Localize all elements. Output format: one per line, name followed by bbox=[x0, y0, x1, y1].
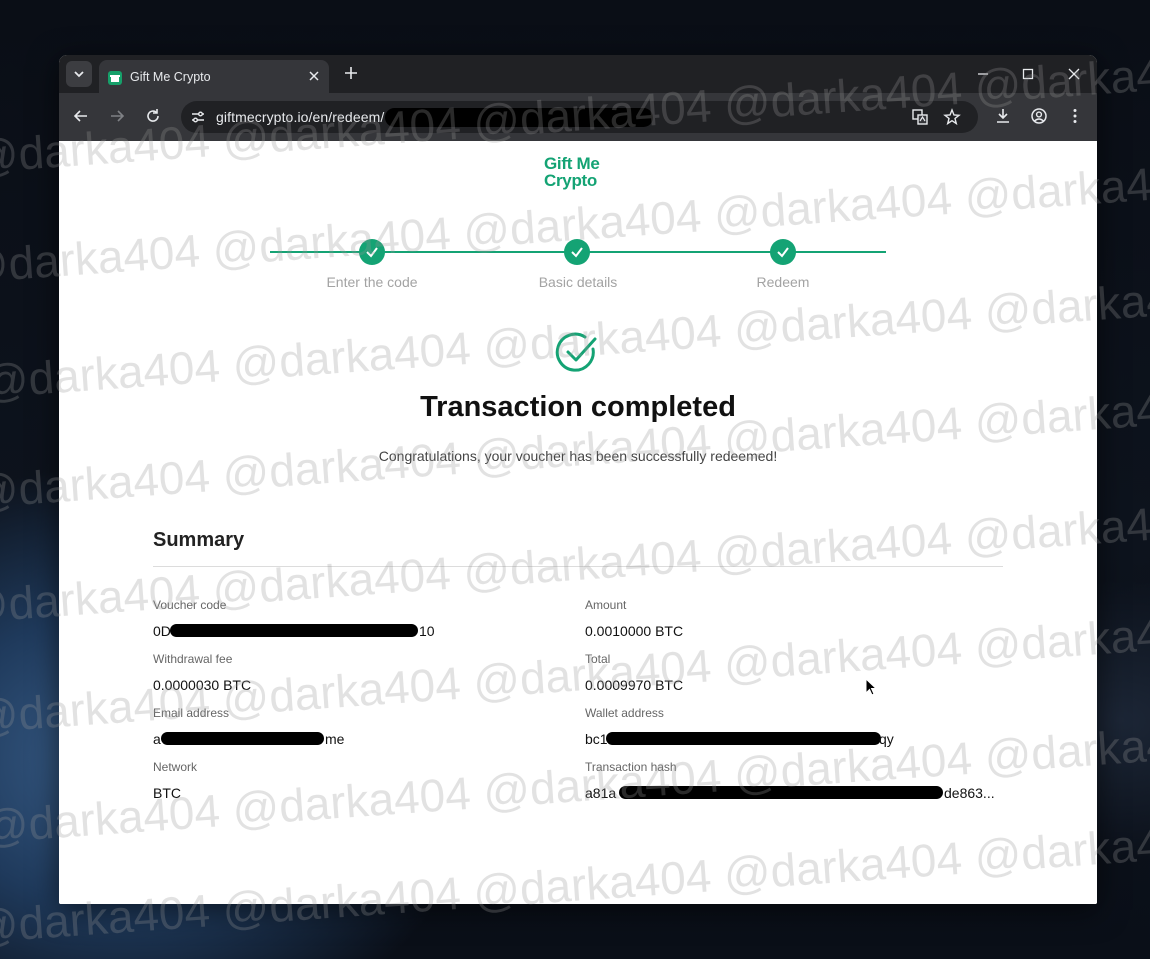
logo[interactable]: Gift Me Crypto bbox=[544, 155, 600, 189]
summary-heading: Summary bbox=[153, 529, 245, 551]
network-label: Network bbox=[153, 760, 198, 774]
email-prefix: a bbox=[153, 731, 161, 747]
summary-divider bbox=[153, 566, 1003, 567]
site-settings-icon[interactable] bbox=[189, 108, 207, 126]
browser-window: Gift Me Crypto giftmecrypto.io/en/redeem… bbox=[59, 55, 1097, 904]
tx-hash-label: Transaction hash bbox=[585, 760, 677, 774]
forward-arrow-icon[interactable] bbox=[108, 107, 126, 125]
voucher-code-redaction bbox=[170, 624, 418, 637]
voucher-code-suffix: 10 bbox=[419, 623, 435, 639]
bookmark-star-icon[interactable] bbox=[943, 108, 961, 126]
check-icon bbox=[777, 247, 789, 258]
amount-label: Amount bbox=[585, 598, 627, 612]
email-suffix: me bbox=[325, 731, 345, 747]
step-1-check bbox=[359, 239, 385, 265]
minimize-icon[interactable] bbox=[976, 67, 990, 81]
close-tab-icon[interactable] bbox=[307, 69, 321, 83]
page-content: Gift Me Crypto Enter the code Basic deta… bbox=[59, 141, 1097, 904]
success-message: Congratulations, your voucher has been s… bbox=[378, 448, 778, 464]
tab-strip: Gift Me Crypto bbox=[59, 55, 1097, 93]
address-bar[interactable]: giftmecrypto.io/en/redeem/ bbox=[181, 101, 978, 133]
tx-hash-redaction bbox=[619, 786, 943, 799]
step-3-check bbox=[770, 239, 796, 265]
menu-kebab-icon[interactable] bbox=[1066, 107, 1084, 125]
browser-toolbar: giftmecrypto.io/en/redeem/ bbox=[59, 93, 1097, 141]
translate-icon[interactable] bbox=[911, 108, 929, 126]
gift-favicon-icon bbox=[108, 71, 122, 85]
step-2-check bbox=[564, 239, 590, 265]
email-redaction bbox=[161, 732, 324, 745]
step-1-label: Enter the code bbox=[326, 274, 418, 290]
tab-title: Gift Me Crypto bbox=[130, 70, 211, 84]
tx-hash-suffix: de863... bbox=[944, 785, 995, 801]
success-check-icon bbox=[555, 332, 597, 372]
check-icon bbox=[366, 247, 378, 258]
new-tab-icon[interactable] bbox=[344, 66, 358, 80]
logo-line2: Crypto bbox=[544, 171, 597, 190]
back-arrow-icon[interactable] bbox=[72, 107, 90, 125]
wallet-address-prefix: bc1 bbox=[585, 731, 608, 747]
maximize-icon[interactable] bbox=[1021, 67, 1035, 81]
url-redaction bbox=[385, 108, 653, 127]
tab-search-button[interactable] bbox=[66, 61, 92, 87]
profile-icon[interactable] bbox=[1030, 107, 1048, 125]
url-text: giftmecrypto.io/en/redeem/ bbox=[216, 109, 385, 125]
total-label: Total bbox=[585, 652, 611, 666]
download-icon[interactable] bbox=[994, 107, 1012, 125]
close-window-icon[interactable] bbox=[1067, 67, 1081, 81]
page-title: Transaction completed bbox=[420, 391, 736, 423]
active-tab[interactable]: Gift Me Crypto bbox=[99, 60, 329, 93]
network-value: BTC bbox=[153, 785, 181, 801]
withdrawal-fee-value: 0.0000030 BTC bbox=[153, 677, 252, 693]
voucher-code-prefix: 0D bbox=[153, 623, 171, 639]
wallet-address-redaction bbox=[606, 732, 881, 745]
check-icon bbox=[571, 247, 583, 258]
voucher-code-label: Voucher code bbox=[153, 598, 227, 612]
mouse-cursor-icon bbox=[865, 678, 877, 696]
amount-value: 0.0010000 BTC bbox=[585, 623, 684, 639]
logo-line1: Gift Me bbox=[544, 154, 600, 173]
chevron-down-icon bbox=[74, 71, 84, 78]
step-2-label: Basic details bbox=[538, 274, 618, 290]
step-3-label: Redeem bbox=[756, 274, 810, 290]
wallet-address-label: Wallet address bbox=[585, 706, 664, 720]
withdrawal-fee-label: Withdrawal fee bbox=[153, 652, 233, 666]
total-value: 0.0009970 BTC bbox=[585, 677, 684, 693]
tx-hash-prefix: a81a bbox=[585, 785, 617, 801]
reload-icon[interactable] bbox=[144, 107, 162, 125]
wallet-address-suffix: qy bbox=[879, 731, 894, 747]
email-label: Email address bbox=[153, 706, 230, 720]
